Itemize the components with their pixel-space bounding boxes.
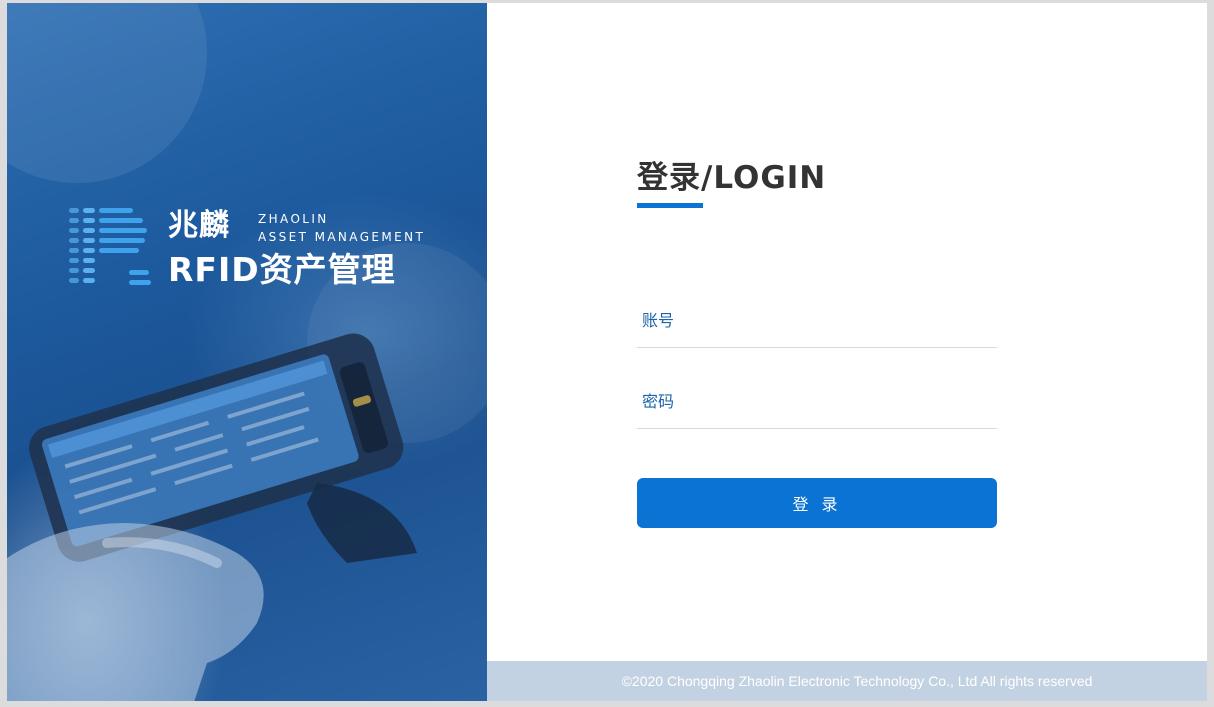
brand-name-cn: 兆麟 — [168, 208, 230, 243]
login-button[interactable]: 登 录 — [637, 478, 997, 528]
heading-underline — [637, 203, 703, 208]
footer: ©2020 Chongqing Zhaolin Electronic Techn… — [487, 661, 1207, 701]
login-heading: 登录/LOGIN — [637, 160, 827, 196]
hero-panel: 兆麟 ZHAOLIN ASSET MANAGEMENT RFID资产管理 — [7, 3, 487, 701]
account-field — [637, 295, 997, 348]
login-page: 兆麟 ZHAOLIN ASSET MANAGEMENT RFID资产管理 登录/… — [7, 3, 1207, 701]
password-field — [637, 376, 997, 429]
brand-name-en-line1: ZHAOLIN — [258, 212, 329, 226]
hand-image — [7, 523, 264, 701]
copyright-text: ©2020 Chongqing Zhaolin Electronic Techn… — [621, 673, 1093, 689]
account-input[interactable] — [637, 295, 992, 345]
brand-logo: 兆麟 ZHAOLIN ASSET MANAGEMENT RFID资产管理 — [69, 208, 429, 292]
hero-glow — [7, 3, 207, 183]
product-title: RFID资产管理 — [168, 250, 396, 289]
zhaolin-logo-icon — [69, 208, 151, 285]
login-panel: 登录/LOGIN 登 录 — [487, 3, 1207, 661]
password-input[interactable] — [637, 376, 992, 426]
brand-name-en: ZHAOLIN ASSET MANAGEMENT — [258, 210, 425, 246]
brand-name-en-line2: ASSET MANAGEMENT — [258, 230, 426, 244]
